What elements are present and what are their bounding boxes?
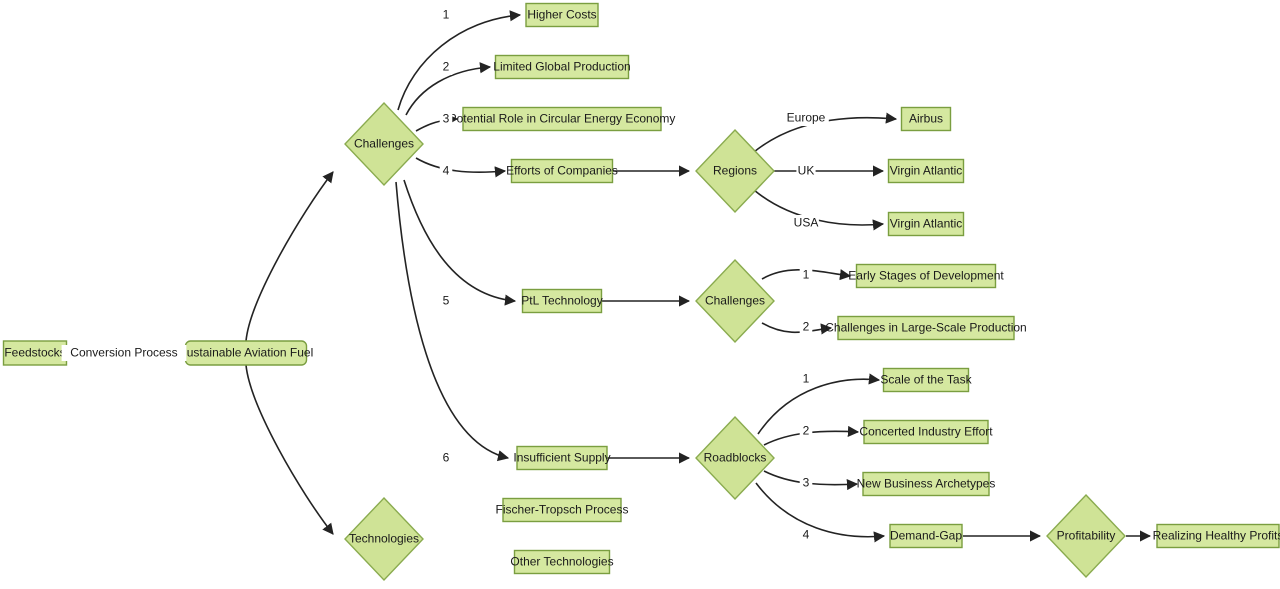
edge-label-roadblocks-to-concerted: 2: [799, 423, 813, 439]
node-challenges_main[interactable]: Challenges: [344, 101, 424, 187]
node-shape-rect: [513, 549, 611, 575]
edge-label-background: [439, 450, 453, 466]
node-shape-rect: [494, 54, 630, 80]
node-feedstocks[interactable]: Feedstocks: [2, 340, 68, 366]
edge-label-background: [783, 110, 829, 126]
edge-label-feedstocks-to-saf: Conversion Process: [61, 345, 187, 361]
edge-label-background: [793, 215, 819, 231]
edge-label-challenges_main-to-higher_costs: 1: [439, 7, 453, 23]
node-other_tech[interactable]: Other Technologies: [510, 549, 614, 575]
node-shape-rect: [502, 497, 622, 523]
edge-saf-to-challenges_main: [245, 171, 334, 342]
edge-label-roadblocks-to-archetypes: 3: [799, 475, 813, 491]
edge-roadblocks-to-scale_task: [757, 373, 881, 435]
node-shape-rect: [882, 367, 970, 393]
edge-label-challenges_main-to-insufficient: 6: [439, 450, 453, 466]
node-shape-rect: [525, 2, 599, 28]
node-shape-rect: [521, 288, 603, 314]
node-airbus[interactable]: Airbus: [900, 106, 952, 132]
edge-challenges_main-to-insufficient: [395, 181, 510, 462]
node-concerted[interactable]: Concerted Industry Effort: [859, 419, 993, 445]
edge-label-roadblocks-to-scale_task: 1: [799, 371, 813, 387]
node-demand_gap[interactable]: Demand-Gap: [889, 523, 963, 549]
edge-label-background: [439, 163, 453, 179]
edge-label-background: [799, 319, 813, 335]
node-saf[interactable]: Sustainable Aviation Fuel: [179, 340, 314, 366]
edge-label-background: [439, 7, 453, 23]
edge-label-background: [799, 267, 813, 283]
edge-label-regions-to-airbus: Europe: [783, 110, 829, 126]
node-limited_global[interactable]: Limited Global Production: [493, 54, 631, 80]
edge-label-challenges_main-to-circular_energy: 3: [439, 111, 453, 127]
edge-label-background: [439, 111, 453, 127]
node-shape-diamond: [695, 128, 775, 214]
edge-challenges_main-to-efforts: [415, 157, 507, 178]
edge-label-background: [799, 423, 813, 439]
edge-label-background: [61, 345, 187, 361]
node-shape-diamond: [1046, 493, 1126, 579]
node-higher_costs[interactable]: Higher Costs: [525, 2, 599, 28]
node-shape-diamond: [695, 258, 775, 344]
node-insufficient[interactable]: Insufficient Supply: [513, 445, 611, 471]
edge-challenges_ptl-to-large_scale: [761, 322, 833, 335]
node-challenges_ptl[interactable]: Challenges: [695, 258, 775, 344]
node-circular_energy[interactable]: Potential Role in Circular Energy Econom…: [449, 106, 676, 132]
node-early_stages[interactable]: Early Stages of Development: [848, 263, 1004, 289]
node-shape-rect: [889, 523, 963, 549]
edge-label-background: [439, 59, 453, 75]
node-shape-rect: [887, 211, 965, 237]
edge-label-background: [439, 293, 453, 309]
node-realize_profits[interactable]: Realizing Healthy Profits: [1153, 523, 1280, 549]
node-shape-rect: [184, 340, 308, 366]
edge-challenges_main-to-ptl: [403, 179, 517, 306]
node-shape-rect: [863, 419, 989, 445]
node-profitability[interactable]: Profitability: [1046, 493, 1126, 579]
node-regions[interactable]: Regions: [695, 128, 775, 214]
node-shape-diamond: [344, 101, 424, 187]
edge-label-roadblocks-to-demand_gap: 4: [799, 527, 813, 543]
node-shape-rect: [900, 106, 952, 132]
node-technologies[interactable]: Technologies: [344, 496, 424, 582]
node-virgin_uk[interactable]: Virgin Atlantic: [887, 158, 965, 184]
node-shape-rect: [862, 471, 990, 497]
flowchart-canvas: Feedstocks Sustainable Aviation Fuel Chall…: [2, 2, 1280, 582]
node-shape-rect: [2, 340, 68, 366]
node-shape-rect: [837, 315, 1015, 341]
edge-label-background: [799, 475, 813, 491]
node-shape-rect: [1156, 523, 1280, 549]
edge-label-challenges_ptl-to-early_stages: 1: [799, 267, 813, 283]
edge-label-background: [799, 527, 813, 543]
node-shape-rect: [855, 263, 997, 289]
node-shape-rect: [516, 445, 608, 471]
node-shape-diamond: [344, 496, 424, 582]
node-shape-rect: [510, 158, 614, 184]
edge-label-challenges_ptl-to-large_scale: 2: [799, 319, 813, 335]
edge-saf-to-technologies: [245, 364, 334, 535]
node-efforts[interactable]: Efforts of Companies: [506, 158, 618, 184]
edge-label-challenges_main-to-efforts: 4: [439, 163, 453, 179]
node-virgin_usa[interactable]: Virgin Atlantic: [887, 211, 965, 237]
edge-label-background: [796, 163, 816, 179]
node-large_scale[interactable]: Challenges in Large-Scale Production: [825, 315, 1027, 341]
edge-label-background: [799, 371, 813, 387]
node-scale_task[interactable]: Scale of the Task: [880, 367, 973, 393]
node-shape-rect: [462, 106, 662, 132]
node-archetypes[interactable]: New Business Archetypes: [857, 471, 996, 497]
node-fischer[interactable]: Fischer-Tropsch Process: [496, 497, 629, 523]
node-shape-rect: [887, 158, 965, 184]
edge-label-regions-to-virgin_usa: USA: [793, 215, 819, 231]
edge-label-challenges_main-to-limited_global: 2: [439, 59, 453, 75]
node-ptl[interactable]: PtL Technology: [521, 288, 603, 314]
nodes-layer: Feedstocks Sustainable Aviation Fuel Chall…: [2, 2, 1280, 582]
edge-label-regions-to-virgin_uk: UK: [796, 163, 816, 179]
edge-label-challenges_main-to-ptl: 5: [439, 293, 453, 309]
